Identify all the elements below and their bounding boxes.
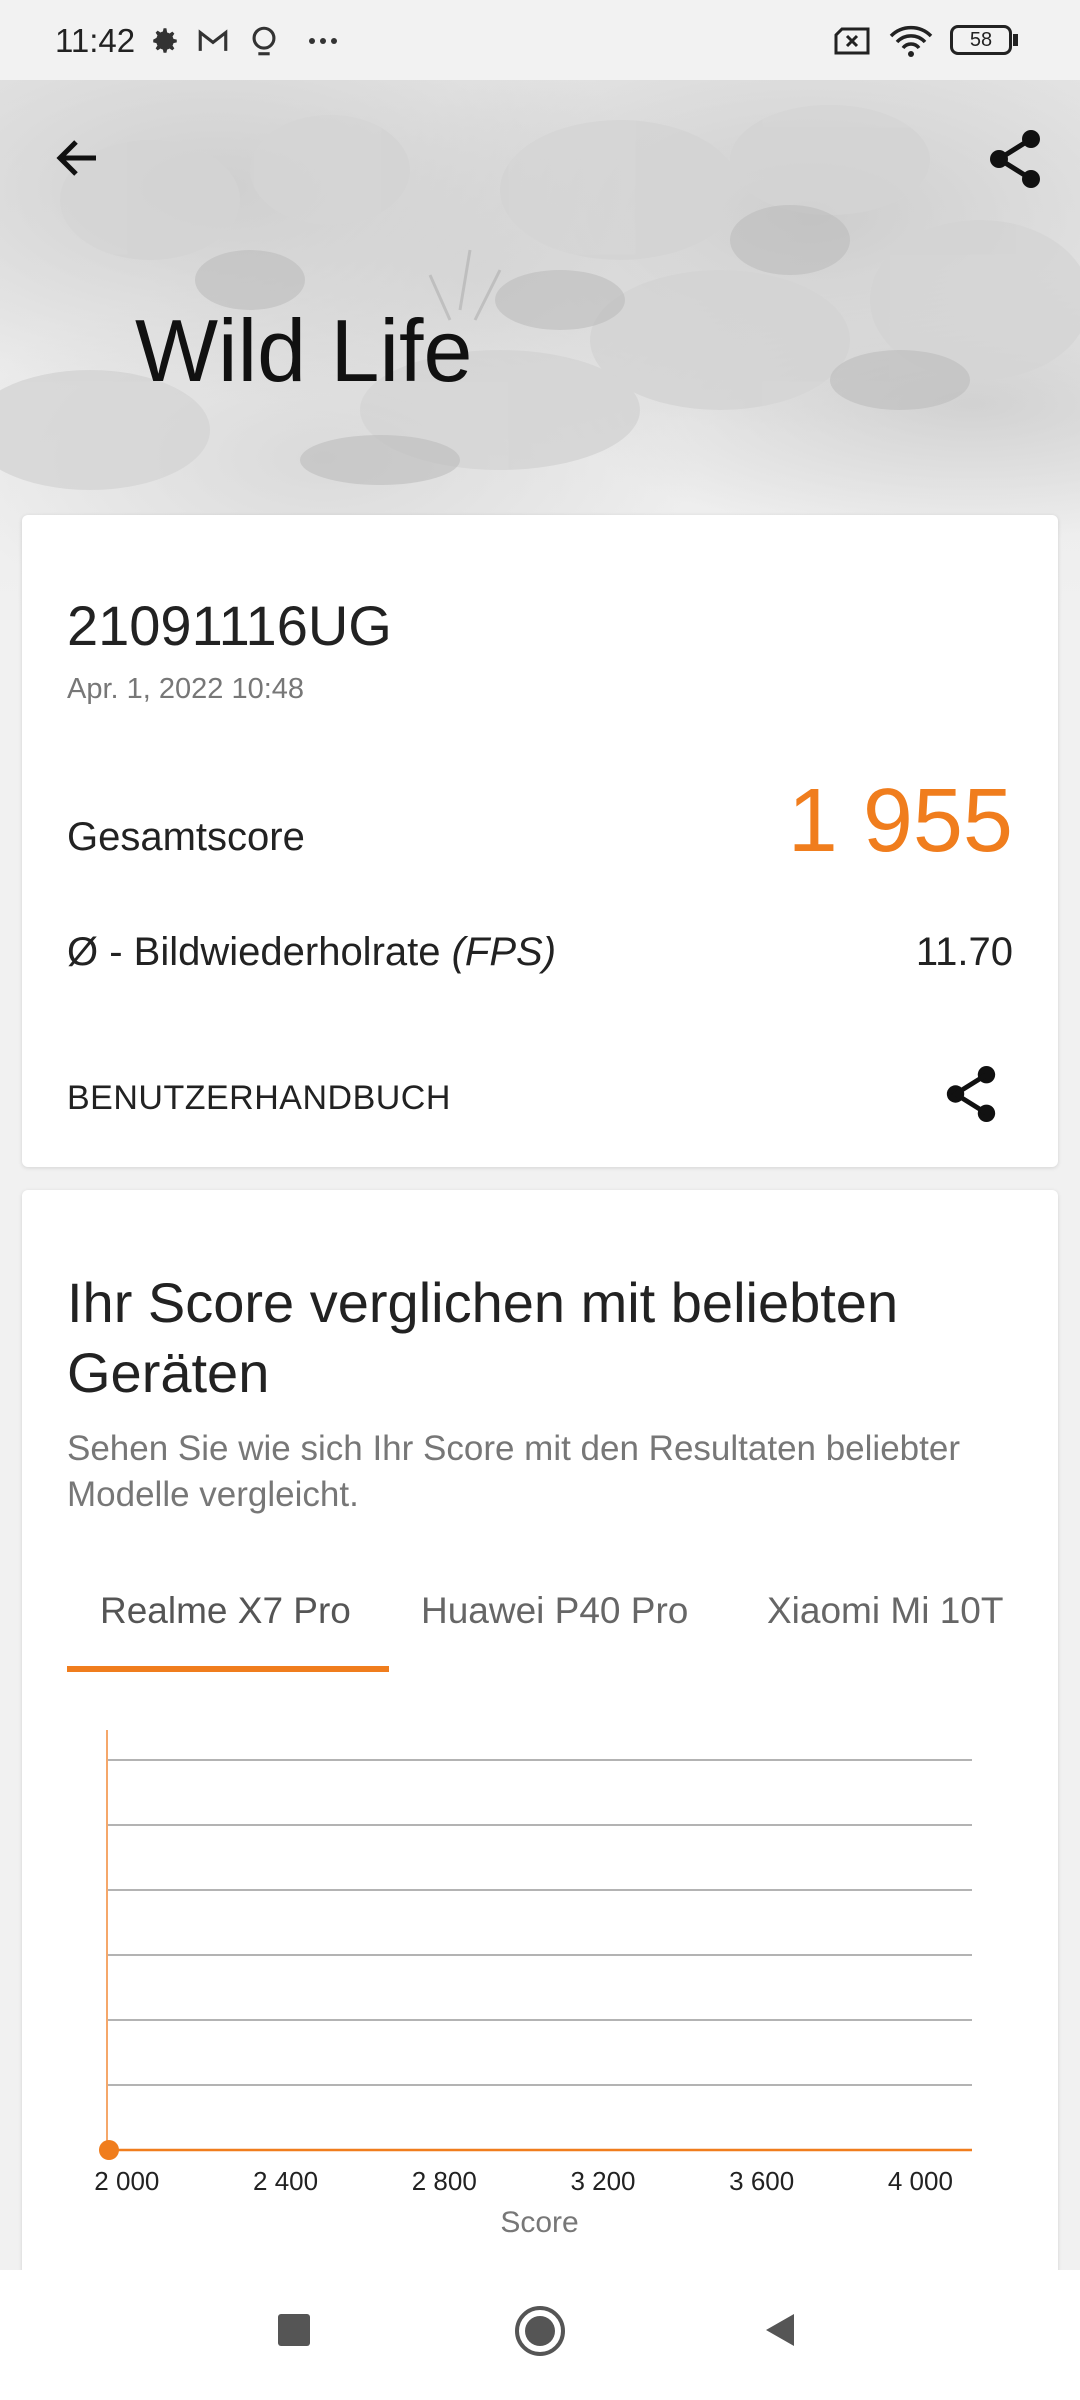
comparison-card: Ihr Score verglichen mit beliebten Gerät… (22, 1190, 1058, 2310)
x-tick-label: 2 400 (253, 2166, 318, 2196)
result-date: Apr. 1, 2022 10:48 (67, 673, 305, 705)
tab-xiaomi-mi-10t[interactable]: Xiaomi Mi 10T (767, 1590, 1003, 1632)
fps-value: 11.70 (915, 930, 1013, 974)
fps-label-text: Ø - Bildwiederholrate (67, 930, 452, 974)
overall-score-value: 1 955 (787, 771, 1013, 871)
fps-label: Ø - Bildwiederholrate (FPS) (67, 930, 556, 975)
share-icon[interactable] (942, 1063, 1000, 1125)
settings-icon (153, 28, 177, 53)
system-navigation-bar (0, 2270, 1080, 2400)
x-tick-label: 4 000 (888, 2166, 953, 2196)
tab-huawei-p40-pro[interactable]: Huawei P40 Pro (421, 1590, 688, 1632)
fps-unit: (FPS) (451, 930, 557, 974)
recents-square-icon[interactable] (274, 2310, 314, 2350)
user-manual-link[interactable]: BENUTZERHANDBUCH (67, 1079, 451, 1118)
back-triangle-icon[interactable] (758, 2308, 802, 2352)
x-tick-label: 3 600 (729, 2166, 794, 2196)
home-circle-icon[interactable] (512, 2303, 568, 2359)
benchmark-title: Wild Life (135, 301, 473, 400)
battery-tip (1013, 34, 1018, 46)
status-time: 11:42 (55, 22, 136, 59)
x-tick-label: 3 200 (570, 2166, 635, 2196)
x-tick-label: 2 000 (94, 2166, 159, 2196)
notification-app-icon (252, 26, 276, 56)
status-bar: 11:42 58 (0, 0, 1080, 80)
overall-score-label: Gesamtscore (67, 815, 305, 859)
device-name: 21091116UG (67, 594, 392, 657)
your-score-marker (98, 2140, 119, 2160)
battery-icon: 58 (950, 25, 1012, 55)
wifi-icon (889, 25, 933, 57)
result-card: 21091116UG Apr. 1, 2022 10:48 Gesamtscor… (22, 515, 1058, 1167)
back-arrow-icon[interactable] (50, 130, 106, 186)
active-tab-indicator (67, 1666, 389, 1672)
x-tick-label: 2 800 (412, 2166, 477, 2196)
no-sim-icon (834, 27, 870, 55)
gmail-icon (198, 29, 228, 51)
tab-realme-x7-pro[interactable]: Realme X7 Pro (100, 1590, 351, 1632)
chart-grid (107, 1759, 972, 2151)
comparison-title: Ihr Score verglichen mit beliebten Gerät… (67, 1271, 899, 1404)
share-icon[interactable] (985, 127, 1045, 191)
battery-level: 58 (969, 29, 993, 51)
x-axis-label: Score (500, 2206, 578, 2239)
score-distribution-chart: 2 000 2 400 2 800 3 200 3 600 4 000 Score (94, 1730, 972, 2239)
comparison-subtitle: Sehen Sie wie sich Ihr Score mit den Res… (67, 1429, 960, 1514)
more-icon (309, 38, 337, 44)
x-axis-ticks: 2 000 2 400 2 800 3 200 3 600 4 000 (94, 2166, 953, 2196)
